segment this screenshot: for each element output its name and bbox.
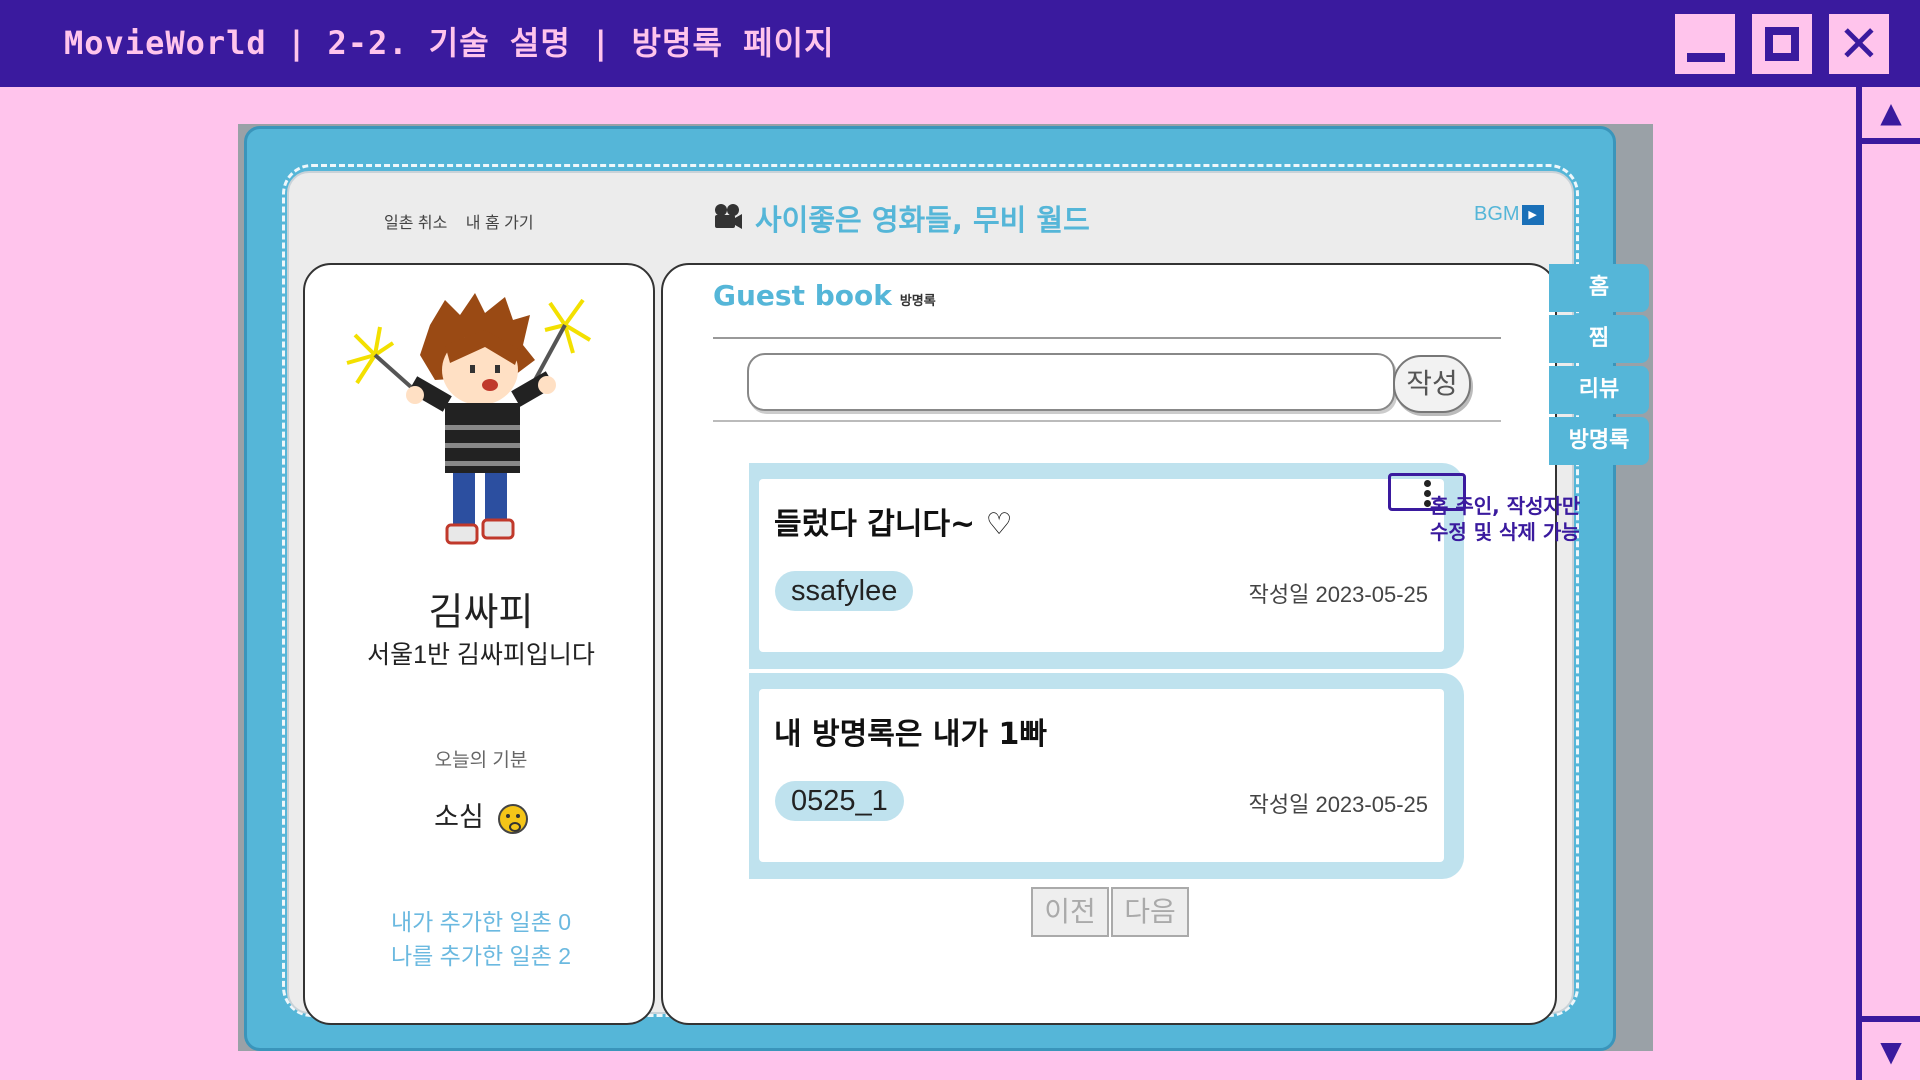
play-pause-icon[interactable]: ▶ <box>1521 204 1544 225</box>
entry-message: 들렀다 갑니다~ ♡ <box>774 507 1013 542</box>
entry-author-badge[interactable]: 0525_1 <box>775 781 904 821</box>
guestbook-input[interactable] <box>747 353 1395 411</box>
maximize-button[interactable] <box>1749 11 1815 77</box>
bgm-label: BGM <box>1474 203 1520 225</box>
entry-date: 작성일 2023-05-25 <box>1248 792 1428 817</box>
side-tabs: 홈 찜 리뷰 방명록 <box>1549 264 1649 468</box>
kebab-dot-icon <box>1424 480 1431 487</box>
site-title: 사이좋은 영화들, 무비 월드 <box>755 203 1090 237</box>
minimize-icon <box>1687 53 1725 62</box>
annotation-note: 홈 주인, 작성자만 수정 및 삭제 가능 <box>1430 493 1580 545</box>
title-bar: MovieWorld | 2-2. 기술 설명 | 방명록 페이지 ✕ <box>0 0 1920 87</box>
divider <box>713 337 1501 339</box>
close-button[interactable]: ✕ <box>1826 11 1892 77</box>
maximize-icon <box>1765 27 1799 61</box>
unfriend-link[interactable]: 일촌 취소 <box>384 215 447 232</box>
tab-home[interactable]: 홈 <box>1549 264 1649 312</box>
entry-author-badge[interactable]: ssafylee <box>775 571 914 611</box>
guestbook-entry: 들렀다 갑니다~ ♡ ssafylee 작성일 2023-05-25 <box>749 463 1464 669</box>
minihompy-book: 일촌 취소 내 홈 가기 사이좋은 영화들, 무비 월드 BGM ▶ 김싸피 서… <box>244 126 1616 1051</box>
profile-intro: 서울1반 김싸피입니다 <box>367 641 595 669</box>
annotation-line: 수정 및 삭제 가능 <box>1430 520 1580 544</box>
book-paper: 일촌 취소 내 홈 가기 사이좋은 영화들, 무비 월드 BGM ▶ 김싸피 서… <box>287 171 1574 1025</box>
added-by-me-link[interactable]: 내가 추가한 일촌 0 <box>305 905 657 939</box>
profile-panel: 김싸피 서울1반 김싸피입니다 오늘의 기분 소심 내가 추가한 일촌 0 나를… <box>303 263 655 1025</box>
divider <box>713 420 1501 422</box>
minimize-button[interactable] <box>1672 11 1738 77</box>
annotation-line: 홈 주인, 작성자만 <box>1430 494 1581 518</box>
next-page-button[interactable]: 다음 <box>1111 887 1189 937</box>
submit-button[interactable]: 작성 <box>1393 355 1471 413</box>
ilchon-counts: 내가 추가한 일촌 0 나를 추가한 일촌 2 <box>305 905 657 973</box>
guestbook-subtitle: 방명록 <box>899 294 936 309</box>
entry-message: 내 방명록은 내가 1빠 <box>774 717 1048 752</box>
guestbook-title: Guest book 방명록 <box>713 279 936 312</box>
mood-label: 오늘의 기분 <box>434 750 528 771</box>
vertical-scrollbar[interactable]: ▲ ▼ <box>1856 87 1920 1080</box>
movie-camera-icon <box>715 204 742 229</box>
mood-value: 소심 <box>434 802 484 832</box>
guestbook-entry: 내 방명록은 내가 1빠 0525_1 작성일 2023-05-25 <box>749 673 1464 879</box>
window-title: MovieWorld | 2-2. 기술 설명 | 방명록 페이지 <box>64 24 835 62</box>
tab-review[interactable]: 리뷰 <box>1549 366 1649 414</box>
added-me-link[interactable]: 나를 추가한 일촌 2 <box>305 939 657 973</box>
top-links: 일촌 취소 내 홈 가기 <box>384 209 548 233</box>
entry-date: 작성일 2023-05-25 <box>1248 582 1428 607</box>
entry-card: 들렀다 갑니다~ ♡ ssafylee 작성일 2023-05-25 <box>759 479 1444 652</box>
guestbook-title-text: Guest book <box>713 279 892 312</box>
tab-wishlist[interactable]: 찜 <box>1549 315 1649 363</box>
tab-guestbook[interactable]: 방명록 <box>1549 417 1649 465</box>
scroll-down-arrow-icon[interactable]: ▼ <box>1862 1016 1920 1080</box>
prev-page-button[interactable]: 이전 <box>1031 887 1109 937</box>
entry-card: 내 방명록은 내가 1빠 0525_1 작성일 2023-05-25 <box>759 689 1444 862</box>
profile-name: 김싸피 <box>428 592 534 634</box>
scroll-up-arrow-icon[interactable]: ▲ <box>1862 87 1920 144</box>
worried-face-icon <box>497 803 528 834</box>
my-home-link[interactable]: 내 홈 가기 <box>466 215 534 232</box>
mood: 소심 <box>305 795 657 834</box>
bgm-control[interactable]: BGM ▶ <box>1474 203 1544 226</box>
close-icon: ✕ <box>1838 15 1880 73</box>
pagination: 이전 다음 <box>1031 887 1191 937</box>
avatar <box>346 293 592 545</box>
guestbook-panel: Guest book 방명록 작성 들렀다 갑니다~ ♡ ssafylee 작성일… <box>661 263 1557 1025</box>
